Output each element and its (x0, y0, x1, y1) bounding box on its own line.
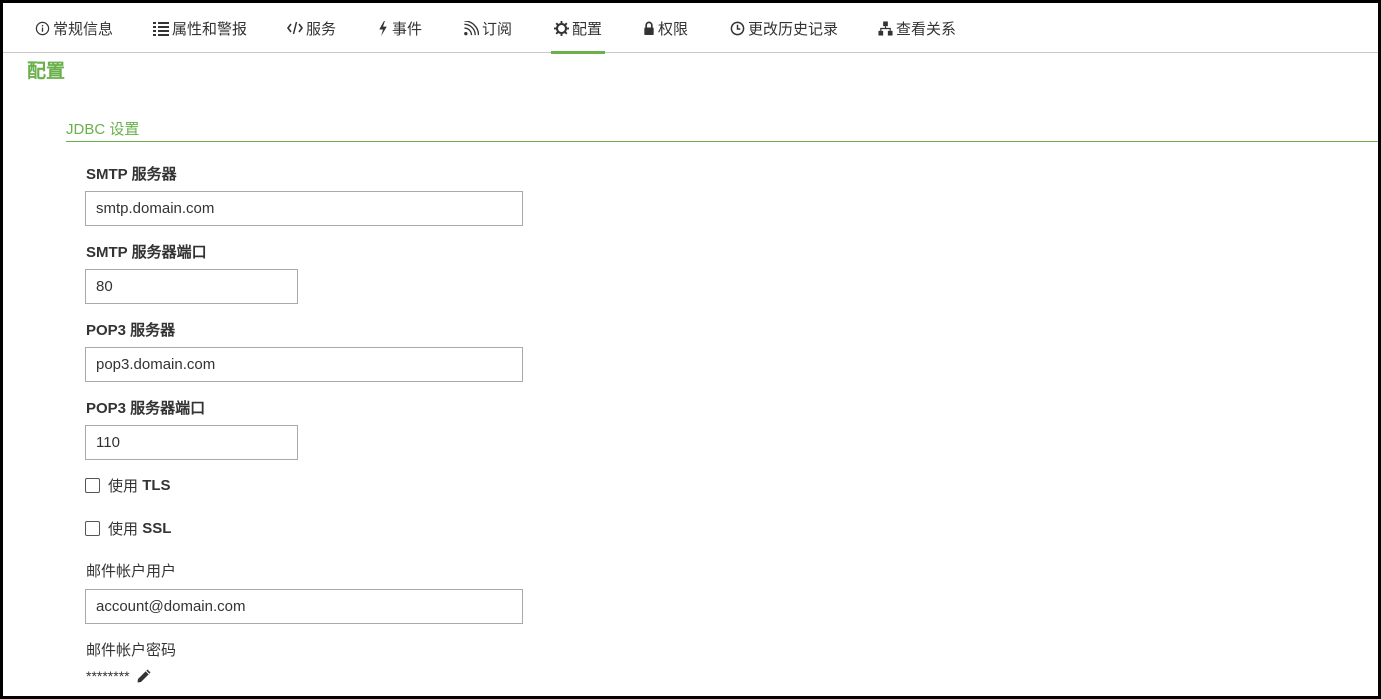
pop3-port-input[interactable] (85, 425, 298, 460)
use-tls-row: 使用 TLS (85, 475, 171, 496)
tab-configuration[interactable]: 配置 (551, 3, 606, 54)
lightning-icon (377, 20, 389, 36)
tab-events[interactable]: 事件 (377, 3, 422, 53)
pop3-port-label: POP3 服务器端口 (86, 400, 206, 417)
tab-label: 更改历史记录 (748, 20, 839, 38)
tab-label: 权限 (658, 20, 689, 38)
section-divider (66, 141, 1378, 142)
tab-view-relationships[interactable]: 查看关系 (878, 3, 956, 53)
tab-bar: 常规信息 属性和警报 服务 事件 订阅 配置 权限 更改历史记录 查看关系 (3, 3, 1378, 54)
tab-services[interactable]: 服务 (287, 3, 336, 53)
rss-icon (463, 20, 479, 36)
mail-password-row: ******** (86, 668, 152, 684)
use-ssl-label: SSL (142, 520, 172, 537)
pop3-server-label: POP3 服务器 (86, 322, 176, 339)
tab-label: 服务 (306, 20, 337, 38)
tab-permissions[interactable]: 权限 (643, 3, 688, 53)
code-icon (287, 21, 303, 35)
lock-icon (643, 21, 655, 35)
smtp-server-label: SMTP 服务器 (86, 166, 177, 183)
tab-general-info[interactable]: 常规信息 (35, 3, 113, 53)
clock-icon (730, 21, 745, 36)
page-title: 配置 (27, 61, 66, 82)
mail-password-value: ******** (86, 668, 130, 684)
smtp-port-input[interactable] (85, 269, 298, 304)
tab-label: 查看关系 (896, 20, 957, 38)
use-tls-label: TLS (142, 477, 171, 494)
list-icon (153, 21, 169, 36)
tab-subscriptions[interactable]: 订阅 (463, 3, 512, 53)
mail-user-label: 邮件帐户用户 (86, 563, 177, 580)
mail-password-label: 邮件帐户密码 (86, 642, 177, 659)
gear-icon (554, 20, 569, 36)
use-ssl-prefix: 使用 (108, 521, 139, 538)
tab-change-history[interactable]: 更改历史记录 (730, 3, 838, 53)
smtp-server-input[interactable] (85, 191, 523, 226)
mail-user-input[interactable] (85, 589, 523, 624)
use-tls-prefix: 使用 (108, 478, 139, 495)
pencil-icon[interactable] (136, 668, 152, 684)
section-title: JDBC 设置 (66, 121, 140, 138)
hierarchy-icon (878, 20, 893, 36)
info-circle-icon (35, 21, 50, 36)
tab-label: 属性和警报 (172, 20, 248, 38)
use-ssl-row: 使用 SSL (85, 518, 171, 539)
use-tls-checkbox[interactable] (85, 478, 100, 493)
tab-label: 订阅 (482, 20, 513, 38)
tab-label: 事件 (392, 20, 423, 38)
tab-label: 常规信息 (53, 20, 114, 38)
tab-properties-alerts[interactable]: 属性和警报 (153, 3, 247, 53)
tab-label: 配置 (572, 20, 603, 38)
smtp-port-label: SMTP 服务器端口 (86, 244, 207, 261)
pop3-server-input[interactable] (85, 347, 523, 382)
use-ssl-checkbox[interactable] (85, 521, 100, 536)
